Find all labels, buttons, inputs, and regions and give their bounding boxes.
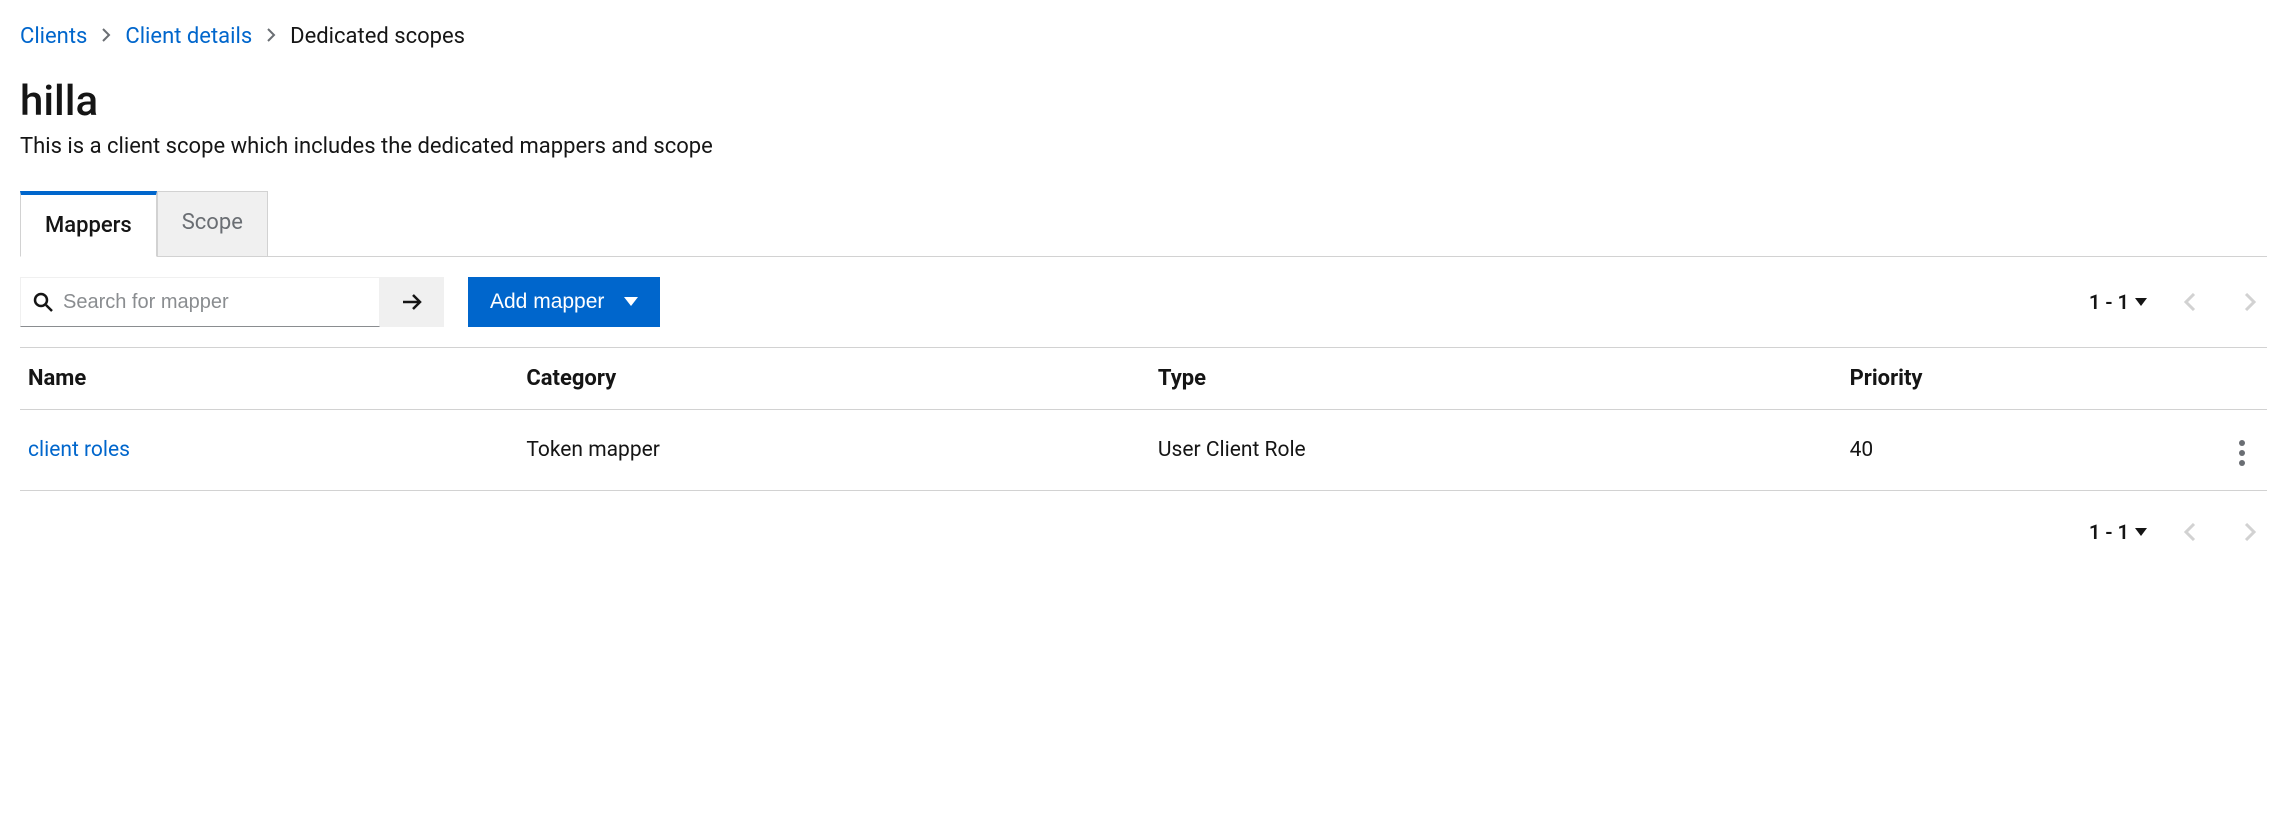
pagination-next[interactable] <box>2233 515 2267 549</box>
chevron-right-icon <box>2244 293 2256 311</box>
mapper-name-link[interactable]: client roles <box>28 438 130 462</box>
chevron-left-icon <box>2184 293 2196 311</box>
mapper-type: User Client Role <box>1150 410 1842 491</box>
search-submit-button[interactable] <box>380 277 444 327</box>
page-title: hilla <box>20 77 2267 126</box>
caret-down-icon <box>624 297 638 307</box>
breadcrumb-current: Dedicated scopes <box>290 24 465 49</box>
pagination-prev[interactable] <box>2173 285 2207 319</box>
page-description: This is a client scope which includes th… <box>20 134 2267 159</box>
col-category: Category <box>518 348 1150 410</box>
pagination-bottom-wrap: 1 - 1 <box>20 491 2267 573</box>
pagination-range-select[interactable]: 1 - 1 <box>2089 520 2147 544</box>
mapper-category: Token mapper <box>518 410 1150 491</box>
search-icon <box>33 292 53 312</box>
breadcrumb: Clients Client details Dedicated scopes <box>20 24 2267 49</box>
search-input[interactable] <box>63 291 367 314</box>
tab-scope[interactable]: Scope <box>157 191 268 256</box>
chevron-left-icon <box>2184 523 2196 541</box>
pagination-next[interactable] <box>2233 285 2267 319</box>
pagination-bottom: 1 - 1 <box>2089 515 2267 549</box>
col-actions <box>2217 348 2267 410</box>
col-type: Type <box>1150 348 1842 410</box>
mappers-table: Name Category Type Priority client roles… <box>20 347 2267 491</box>
caret-down-icon <box>2135 528 2147 536</box>
toolbar: Add mapper 1 - 1 <box>20 257 2267 347</box>
pagination-range-select[interactable]: 1 - 1 <box>2089 290 2147 314</box>
table-row: client roles Token mapper User Client Ro… <box>20 410 2267 491</box>
breadcrumb-client-details[interactable]: Client details <box>125 24 252 49</box>
chevron-right-icon <box>101 26 111 47</box>
pagination-range-label: 1 - 1 <box>2089 290 2129 314</box>
add-mapper-button[interactable]: Add mapper <box>468 277 660 327</box>
search-group <box>20 277 444 327</box>
breadcrumb-clients[interactable]: Clients <box>20 24 87 49</box>
search-input-wrap <box>20 277 380 327</box>
col-priority: Priority <box>1842 348 2217 410</box>
tab-mappers[interactable]: Mappers <box>20 191 157 257</box>
row-actions-menu[interactable] <box>2233 434 2251 472</box>
add-mapper-label: Add mapper <box>490 290 604 314</box>
chevron-right-icon <box>266 26 276 47</box>
pagination-top: 1 - 1 <box>2089 285 2267 319</box>
tabs: Mappers Scope <box>20 191 2267 257</box>
chevron-right-icon <box>2244 523 2256 541</box>
caret-down-icon <box>2135 298 2147 306</box>
pagination-prev[interactable] <box>2173 515 2207 549</box>
mapper-priority: 40 <box>1842 410 2217 491</box>
arrow-right-icon <box>401 291 423 313</box>
col-name: Name <box>20 348 518 410</box>
pagination-range-label: 1 - 1 <box>2089 520 2129 544</box>
